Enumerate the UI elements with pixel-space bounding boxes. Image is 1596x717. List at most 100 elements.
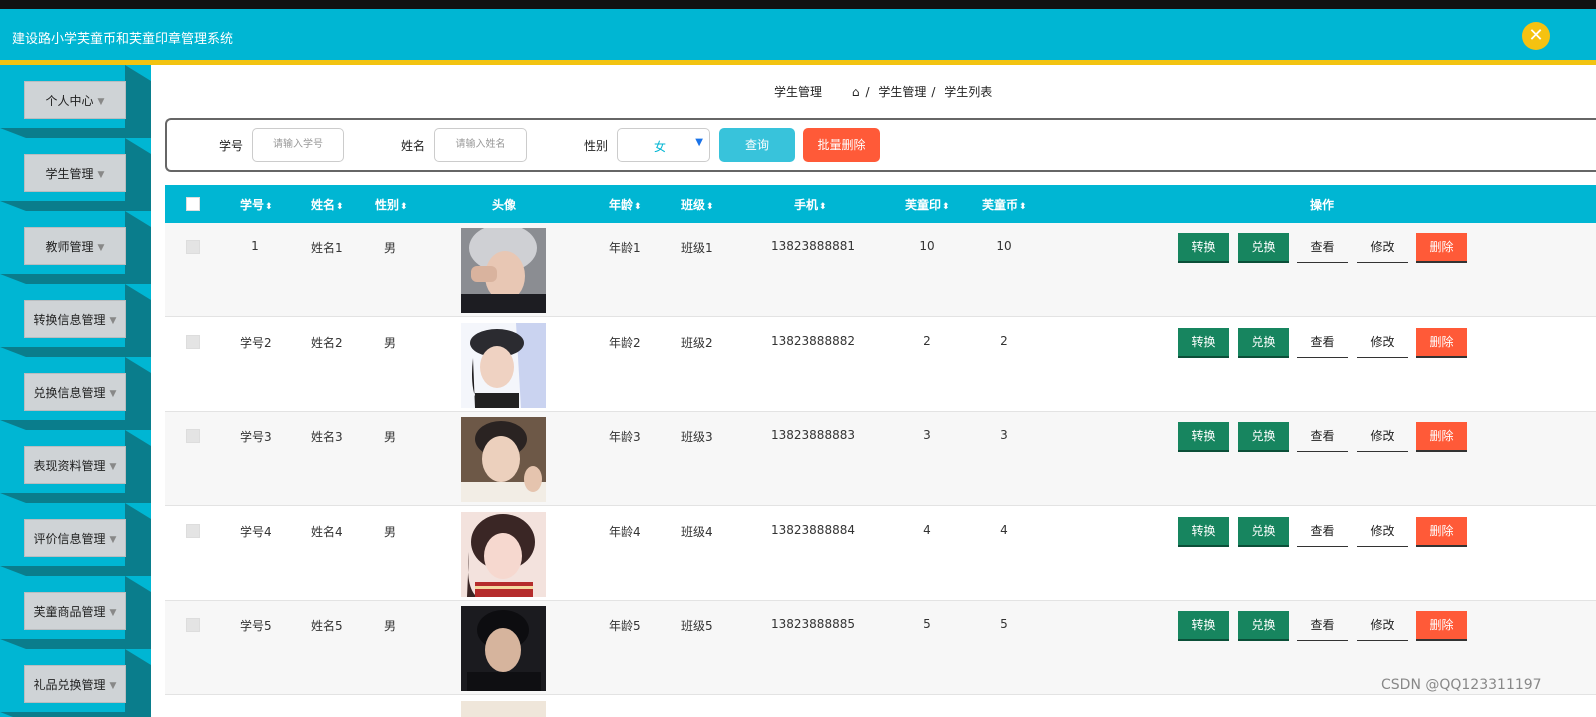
col-header-xuehao[interactable]: 学号⬍ [240, 196, 273, 213]
xingming-input[interactable]: 请输入姓名 [434, 128, 527, 162]
cell-xingming: 姓名4 [311, 525, 343, 539]
cell-xingbie: 男 [384, 619, 397, 633]
col-header-caozuo: 操作 [1310, 198, 1335, 212]
fullscreen-close-icon[interactable]: ✕ [1522, 22, 1550, 50]
sidebar-item-button[interactable]: 评价信息管理 ▼ [24, 519, 126, 557]
caret-down-icon: ▼ [109, 389, 117, 399]
col-header-futongyin[interactable]: 芙童印⬍ [905, 196, 950, 213]
sidebar-item-bevel [0, 566, 26, 576]
sidebar-item-bevel [0, 201, 26, 211]
sidebar-item-button[interactable]: 教师管理 ▼ [24, 227, 126, 265]
sidebar-item-bevel [125, 211, 151, 227]
sidebar-item-label: 表现资料管理 [33, 459, 106, 473]
view-button[interactable]: 查看 [1297, 517, 1348, 547]
row-checkbox[interactable] [186, 524, 200, 538]
convert-button[interactable]: 转换 [1178, 517, 1229, 547]
sidebar-item[interactable]: 礼品兑换管理 ▼ [0, 649, 151, 717]
edit-button[interactable]: 修改 [1357, 611, 1408, 641]
sidebar-item-bevel [0, 493, 26, 503]
home-icon[interactable]: ⌂ [852, 85, 860, 99]
sidebar-item-button[interactable]: 转换信息管理 ▼ [24, 300, 126, 338]
sidebar-item-bevel [0, 274, 26, 284]
exchange-button[interactable]: 兑换 [1238, 611, 1289, 641]
edit-button[interactable]: 修改 [1357, 328, 1408, 358]
exchange-button[interactable]: 兑换 [1238, 328, 1289, 358]
row-checkbox[interactable] [186, 618, 200, 632]
cell-banji: 班级4 [681, 525, 713, 539]
avatar-image [461, 228, 546, 313]
row-checkbox[interactable] [186, 429, 200, 443]
cell-nianling: 年龄5 [609, 619, 641, 633]
row-checkbox[interactable] [186, 240, 200, 254]
batch-delete-button[interactable]: 批量删除 [803, 128, 880, 162]
header-accent-line [0, 60, 1596, 65]
view-button[interactable]: 查看 [1297, 233, 1348, 263]
cell-xuehao: 学号2 [240, 336, 272, 350]
sidebar-item-bevel [125, 649, 151, 665]
view-button[interactable]: 查看 [1297, 422, 1348, 452]
sort-icon: ⬍ [706, 202, 714, 212]
xuehao-input[interactable]: 请输入学号 [252, 128, 344, 162]
col-header-xingbie[interactable]: 性别⬍ [375, 196, 408, 213]
convert-button[interactable]: 转换 [1178, 611, 1229, 641]
cell-banji: 班级3 [681, 430, 713, 444]
convert-button[interactable]: 转换 [1178, 233, 1229, 263]
caret-down-icon: ▼ [109, 316, 117, 326]
sidebar-item-button[interactable]: 表现资料管理 ▼ [24, 446, 126, 484]
delete-button[interactable]: 删除 [1416, 422, 1467, 452]
chevron-down-icon: ▼ [695, 137, 703, 148]
xingbie-label: 性别 [584, 139, 609, 153]
exchange-button[interactable]: 兑换 [1238, 422, 1289, 452]
sidebar-item-button[interactable]: 兑换信息管理 ▼ [24, 373, 126, 411]
sidebar-item[interactable]: 个人中心 ▼ [0, 65, 151, 138]
cell-xingbie: 男 [384, 336, 397, 350]
sidebar-item-bevel [125, 576, 151, 592]
sidebar-item-label: 评价信息管理 [33, 532, 106, 546]
cell-futongyin: 3 [923, 428, 931, 442]
col-header-futongbi[interactable]: 芙童币⬍ [982, 196, 1027, 213]
delete-button[interactable]: 删除 [1416, 233, 1467, 263]
col-header-banji[interactable]: 班级⬍ [681, 196, 714, 213]
sidebar-item[interactable]: 教师管理 ▼ [0, 211, 151, 284]
cell-xingming: 姓名1 [311, 241, 343, 255]
sidebar-item[interactable]: 兑换信息管理 ▼ [0, 357, 151, 430]
select-all-checkbox[interactable] [186, 197, 200, 211]
sidebar-item[interactable]: 表现资料管理 ▼ [0, 430, 151, 503]
sidebar-item[interactable]: 芙童商品管理 ▼ [0, 576, 151, 649]
edit-button[interactable]: 修改 [1357, 233, 1408, 263]
col-header-nianling[interactable]: 年龄⬍ [609, 196, 642, 213]
cell-nianling: 年龄4 [609, 525, 641, 539]
sidebar-item[interactable]: 评价信息管理 ▼ [0, 503, 151, 576]
convert-button[interactable]: 转换 [1178, 422, 1229, 452]
delete-button[interactable]: 删除 [1416, 328, 1467, 358]
view-button[interactable]: 查看 [1297, 328, 1348, 358]
sidebar-item[interactable]: 转换信息管理 ▼ [0, 284, 151, 357]
exchange-button[interactable]: 兑换 [1238, 233, 1289, 263]
exchange-button[interactable]: 兑换 [1238, 517, 1289, 547]
sidebar-item-button[interactable]: 礼品兑换管理 ▼ [24, 665, 126, 703]
col-header-xingming[interactable]: 姓名⬍ [311, 196, 344, 213]
col-header-shouji[interactable]: 手机⬍ [794, 196, 827, 213]
sidebar-item-button[interactable]: 学生管理 ▼ [24, 154, 126, 192]
sidebar: 个人中心 ▼ 学生管理 ▼ 教师管理 ▼ 转换信息管理 ▼ 兑换信息管理 ▼ 表现资料管理 ▼ 评价信息… [0, 65, 151, 717]
sidebar-item-bevel [0, 639, 26, 649]
row-checkbox[interactable] [186, 335, 200, 349]
sidebar-item-button[interactable]: 个人中心 ▼ [24, 81, 126, 119]
edit-button[interactable]: 修改 [1357, 517, 1408, 547]
sidebar-item-button[interactable]: 芙童商品管理 ▼ [24, 592, 126, 630]
table-row: 学号3 姓名3 男 年龄3 班级3 13823888883 3 3 转换 兑换 查看 修改 删除 [165, 412, 1596, 506]
breadcrumb-item-module[interactable]: 学生管理 [878, 85, 926, 99]
sidebar-item[interactable]: 学生管理 ▼ [0, 138, 151, 211]
edit-button[interactable]: 修改 [1357, 422, 1408, 452]
query-button[interactable]: 查询 [719, 128, 795, 162]
delete-button[interactable]: 删除 [1416, 611, 1467, 641]
avatar-image [461, 417, 546, 502]
sort-icon: ⬍ [336, 202, 344, 212]
sort-icon: ⬍ [400, 202, 408, 212]
convert-button[interactable]: 转换 [1178, 328, 1229, 358]
cell-shouji: 13823888885 [771, 617, 855, 631]
cell-futongyin: 4 [923, 523, 931, 537]
delete-button[interactable]: 删除 [1416, 517, 1467, 547]
xingbie-select[interactable]: 女 ▼ [617, 128, 710, 162]
view-button[interactable]: 查看 [1297, 611, 1348, 641]
